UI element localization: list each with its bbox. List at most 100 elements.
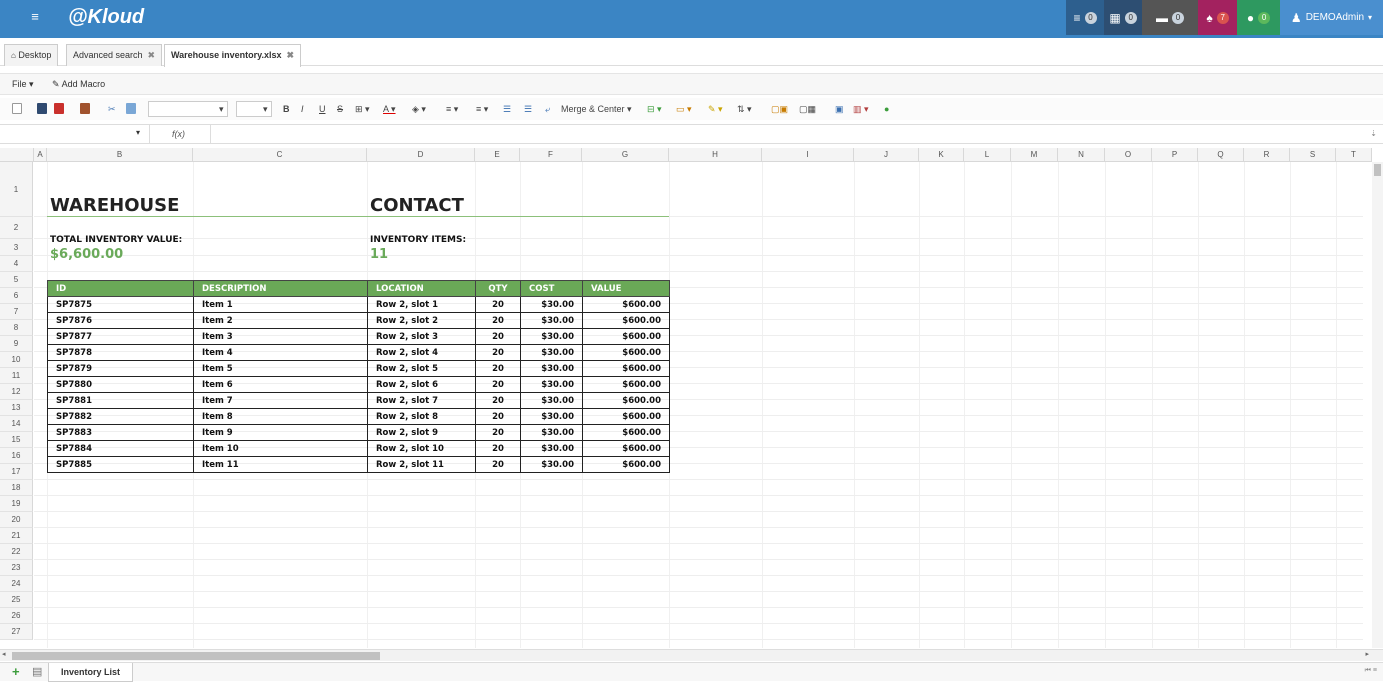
- row-header[interactable]: 4: [0, 256, 33, 272]
- table-cell[interactable]: Row 2, slot 10: [367, 440, 476, 457]
- row-header[interactable]: 20: [0, 512, 33, 528]
- table-row[interactable]: SP7879 Item 5 Row 2, slot 5 20 $30.00 $600.00: [47, 360, 670, 377]
- add-macro-button[interactable]: ✎ Add Macro: [52, 79, 105, 90]
- column-header[interactable]: P: [1152, 148, 1198, 162]
- tab-advanced-search[interactable]: Advanced search ✖: [66, 44, 163, 66]
- table-cell[interactable]: 20: [475, 424, 521, 441]
- row-header[interactable]: 14: [0, 416, 33, 432]
- column-header-cell[interactable]: VALUE: [582, 280, 670, 297]
- card-nav-button[interactable]: ▬ 0: [1142, 0, 1198, 35]
- row-header[interactable]: 5: [0, 272, 33, 288]
- table-row[interactable]: SP7875 Item 1 Row 2, slot 1 20 $30.00 $600.00: [47, 296, 670, 313]
- column-header[interactable]: R: [1244, 148, 1290, 162]
- table-cell[interactable]: 20: [475, 440, 521, 457]
- insert-sheet-icon[interactable]: ▭ ▾: [676, 103, 692, 115]
- table-cell[interactable]: $600.00: [582, 408, 670, 425]
- table-cell[interactable]: Item 11: [193, 456, 368, 473]
- table-cell[interactable]: Item 10: [193, 440, 368, 457]
- row-header[interactable]: 24: [0, 576, 33, 592]
- table-cell[interactable]: $30.00: [520, 376, 583, 393]
- outdent-icon[interactable]: ☰: [524, 103, 532, 115]
- table-cell[interactable]: SP7878: [47, 344, 194, 361]
- insert-row-icon[interactable]: ⊟ ▾: [647, 103, 662, 115]
- align-center-icon[interactable]: ≡ ▾: [476, 103, 488, 115]
- table-cell[interactable]: $30.00: [520, 456, 583, 473]
- column-header[interactable]: A: [34, 148, 47, 162]
- close-icon[interactable]: ✖: [148, 50, 156, 60]
- row-header[interactable]: 13: [0, 400, 33, 416]
- table-cell[interactable]: SP7885: [47, 456, 194, 473]
- column-header[interactable]: F: [520, 148, 582, 162]
- table-cell[interactable]: Row 2, slot 9: [367, 424, 476, 441]
- column-header[interactable]: K: [919, 148, 964, 162]
- pdf-icon[interactable]: [54, 103, 64, 114]
- font-color-icon[interactable]: A ▾: [383, 103, 396, 115]
- row-header[interactable]: 10: [0, 352, 33, 368]
- table-cell[interactable]: Row 2, slot 7: [367, 392, 476, 409]
- column-header[interactable]: O: [1105, 148, 1152, 162]
- merge-center-button[interactable]: Merge & Center ▾: [561, 103, 632, 115]
- row-header[interactable]: 25: [0, 592, 33, 608]
- cell-reference-box[interactable]: ▾: [0, 125, 150, 143]
- chat-nav-button[interactable]: ● 0: [1237, 0, 1280, 35]
- file-menu[interactable]: File ▾: [12, 79, 34, 90]
- column-header[interactable]: G: [582, 148, 669, 162]
- row-header[interactable]: 18: [0, 480, 33, 496]
- lock-icon[interactable]: ▢▣: [771, 103, 788, 115]
- row-header[interactable]: 27: [0, 624, 33, 640]
- link-icon[interactable]: ●: [884, 103, 889, 115]
- font-family-select[interactable]: [148, 101, 228, 117]
- list-nav-button[interactable]: ≡ 0: [1066, 0, 1104, 35]
- scroll-left-icon[interactable]: ◂: [2, 650, 6, 658]
- column-header-cell[interactable]: LOCATION: [367, 280, 476, 297]
- table-cell[interactable]: $30.00: [520, 328, 583, 345]
- sheet-nav-icon[interactable]: ⏮ ≡: [1365, 667, 1377, 675]
- column-header[interactable]: C: [193, 148, 367, 162]
- row-header[interactable]: 12: [0, 384, 33, 400]
- table-cell[interactable]: 20: [475, 312, 521, 329]
- table-cell[interactable]: Item 2: [193, 312, 368, 329]
- image-icon[interactable]: ▣: [835, 103, 844, 115]
- save-icon[interactable]: [37, 103, 47, 114]
- vertical-scrollbar[interactable]: [1372, 162, 1383, 648]
- paste-icon[interactable]: [80, 103, 90, 114]
- user-nav-button[interactable]: ♟ DEMOAdmin ▾: [1280, 0, 1383, 35]
- column-header[interactable]: M: [1011, 148, 1058, 162]
- table-cell[interactable]: Row 2, slot 11: [367, 456, 476, 473]
- chevron-down-icon[interactable]: ▾: [219, 103, 224, 115]
- chevron-down-icon[interactable]: ▾: [263, 103, 268, 115]
- table-cell[interactable]: $600.00: [582, 328, 670, 345]
- table-cell[interactable]: Item 8: [193, 408, 368, 425]
- table-cell[interactable]: $600.00: [582, 360, 670, 377]
- column-header[interactable]: I: [762, 148, 854, 162]
- column-header[interactable]: H: [669, 148, 762, 162]
- sheet-list-icon[interactable]: ▤: [32, 665, 42, 678]
- formula-input[interactable]: [210, 125, 1383, 143]
- table-row[interactable]: SP7885 Item 11 Row 2, slot 11 20 $30.00 $600.…: [47, 456, 670, 473]
- table-cell[interactable]: SP7876: [47, 312, 194, 329]
- table-cell[interactable]: 20: [475, 360, 521, 377]
- table-cell[interactable]: SP7875: [47, 296, 194, 313]
- tab-desktop[interactable]: ⌂ Desktop: [4, 44, 59, 66]
- table-row[interactable]: SP7877 Item 3 Row 2, slot 3 20 $30.00 $600.00: [47, 328, 670, 345]
- row-header[interactable]: 17: [0, 464, 33, 480]
- table-cell[interactable]: $30.00: [520, 312, 583, 329]
- row-header[interactable]: 23: [0, 560, 33, 576]
- table-cell[interactable]: SP7883: [47, 424, 194, 441]
- table-cell[interactable]: SP7884: [47, 440, 194, 457]
- add-sheet-icon[interactable]: +: [12, 664, 20, 679]
- table-cell[interactable]: $600.00: [582, 440, 670, 457]
- table-row[interactable]: SP7881 Item 7 Row 2, slot 7 20 $30.00 $600.00: [47, 392, 670, 409]
- table-row[interactable]: SP7880 Item 6 Row 2, slot 6 20 $30.00 $600.00: [47, 376, 670, 393]
- row-header[interactable]: 1: [0, 162, 33, 217]
- grid-icon[interactable]: ▢▦: [799, 103, 816, 115]
- row-header[interactable]: 9: [0, 336, 33, 352]
- table-row[interactable]: SP7884 Item 10 Row 2, slot 10 20 $30.00 $600.…: [47, 440, 670, 457]
- new-file-icon[interactable]: [12, 103, 22, 114]
- align-left-icon[interactable]: ≡ ▾: [446, 103, 458, 115]
- table-cell[interactable]: Row 2, slot 2: [367, 312, 476, 329]
- table-cell[interactable]: $600.00: [582, 424, 670, 441]
- copy-icon[interactable]: [126, 103, 136, 114]
- row-header[interactable]: 7: [0, 304, 33, 320]
- table-cell[interactable]: Item 7: [193, 392, 368, 409]
